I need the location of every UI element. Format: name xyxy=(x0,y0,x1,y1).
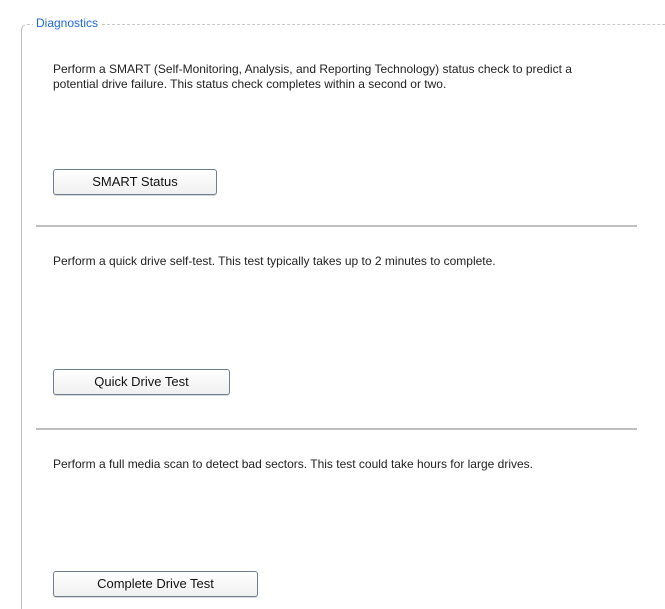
smart-status-button[interactable]: SMART Status xyxy=(53,169,217,195)
quick-drive-test-button[interactable]: Quick Drive Test xyxy=(53,369,230,395)
diagnostics-panel: Diagnostics Perform a SMART (Self-Monito… xyxy=(0,0,665,609)
smart-status-description: Perform a SMART (Self-Monitoring, Analys… xyxy=(53,62,572,91)
quick-drive-test-description: Perform a quick drive self-test. This te… xyxy=(53,254,496,268)
section-divider xyxy=(36,225,637,227)
complete-drive-test-description: Perform a full media scan to detect bad … xyxy=(53,457,534,471)
diagnostics-legend: Diagnostics xyxy=(33,15,102,31)
section-divider xyxy=(36,428,637,430)
diagnostics-fieldset-border xyxy=(21,24,665,609)
complete-drive-test-button[interactable]: Complete Drive Test xyxy=(53,571,258,597)
